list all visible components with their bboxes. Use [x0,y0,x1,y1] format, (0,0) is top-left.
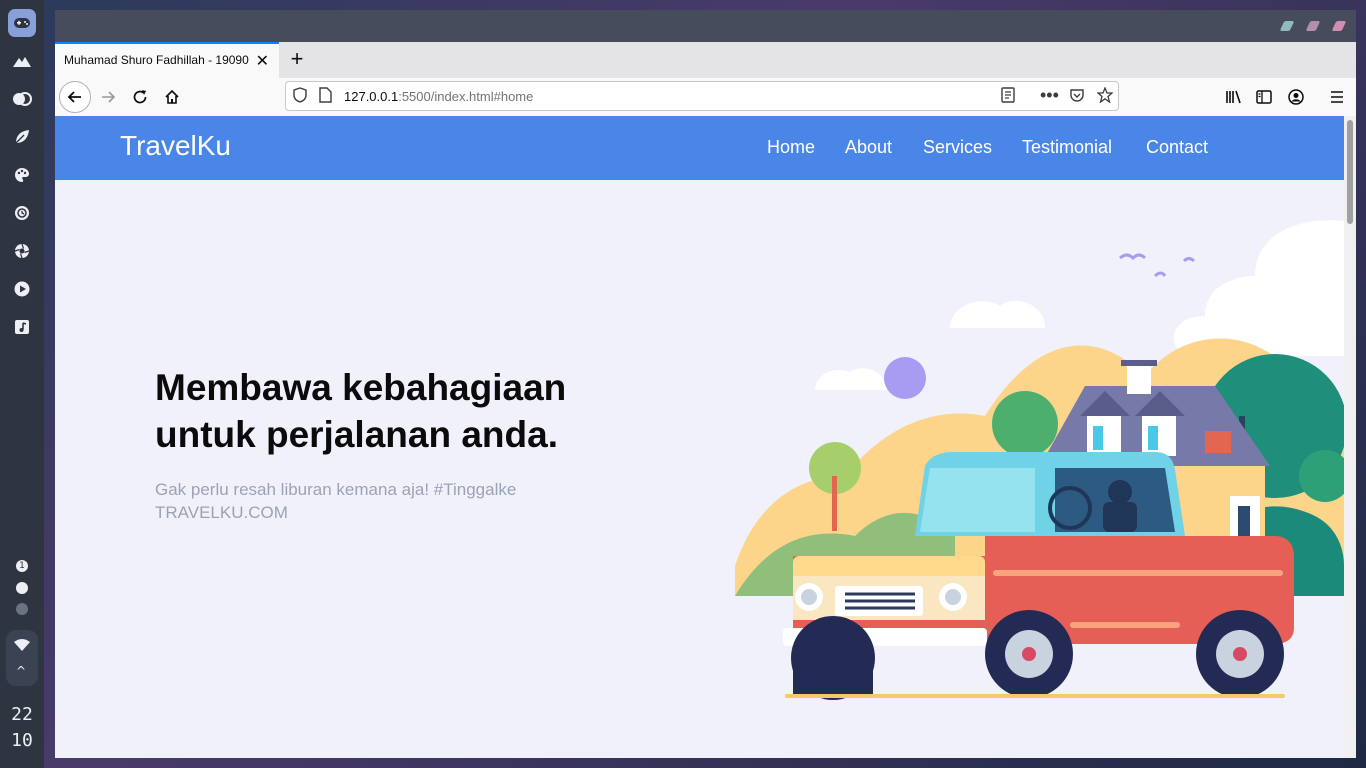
menu-button[interactable] [1322,82,1352,112]
home-icon [165,89,179,104]
toggle-icon[interactable] [8,85,36,113]
window-titlebar [55,10,1356,42]
url-path: :5500/index.html#home [398,89,534,104]
new-tab-button[interactable]: + [285,46,309,72]
web-page: TravelKu Home About Services Testimonial… [55,116,1344,758]
nav-testimonial[interactable]: Testimonial [1022,137,1112,158]
gamepad-icon[interactable] [8,9,36,37]
leaf-icon[interactable] [8,123,36,151]
close-window-button[interactable] [1331,21,1347,31]
account-button[interactable] [1281,82,1311,112]
system-tray: ^ [6,630,38,686]
scrollbar-thumb[interactable] [1347,120,1353,224]
nav-services[interactable]: Services [923,137,992,158]
hero-illustration [735,220,1344,700]
sidebar-icon [1256,90,1272,104]
reader-view-icon[interactable] [1000,87,1016,107]
history-icon[interactable] [8,199,36,227]
maximize-button[interactable] [1305,21,1321,31]
tab-strip: Muhamad Shuro Fadhillah - 19090 ✕ + [55,42,1356,78]
forward-button[interactable] [93,82,123,112]
shield-icon[interactable] [293,87,307,107]
aperture-icon[interactable] [8,237,36,265]
workspace-indicator-2[interactable] [16,582,28,594]
mountain-icon[interactable] [8,47,36,75]
hero-subtitle: Gak perlu resah liburan kemana aja! #Tin… [155,480,517,522]
chevron-up-icon[interactable]: ^ [16,664,26,678]
address-bar[interactable]: 127.0.0.1:5500/index.html#home ••• [285,81,1119,111]
music-library-icon[interactable] [8,313,36,341]
nav-about[interactable]: About [845,137,892,158]
tab-active[interactable]: Muhamad Shuro Fadhillah - 19090 ✕ [55,42,279,78]
pocket-icon[interactable] [1069,87,1085,107]
url-host: 127.0.0.1 [344,89,399,104]
account-icon [1288,89,1304,105]
nav-home[interactable]: Home [767,137,815,158]
system-dock: 1 ^ 22 10 [0,0,44,768]
close-tab-icon[interactable]: ✕ [256,51,269,71]
bookmark-star-icon[interactable] [1096,86,1114,107]
site-header: TravelKu Home About Services Testimonial… [55,116,1344,180]
clock-hour: 22 [11,704,33,725]
clock-minute: 10 [11,730,33,751]
home-button[interactable] [157,82,187,112]
library-icon [1226,90,1241,104]
hero-title: Membawa kebahagiaan untuk perjalanan and… [155,367,567,455]
palette-icon[interactable] [8,161,36,189]
url-text: 127.0.0.1:5500/index.html#home [344,89,533,104]
browser-window: Muhamad Shuro Fadhillah - 19090 ✕ + 127.… [55,10,1356,758]
library-button[interactable] [1219,82,1249,112]
reload-button[interactable] [125,82,155,112]
arrow-left-icon [67,91,81,103]
sidebar-button[interactable] [1249,82,1279,112]
workspace-indicator-3[interactable] [16,603,28,615]
minimize-button[interactable] [1279,21,1295,31]
arrow-right-icon [102,91,116,103]
back-button[interactable] [59,81,91,113]
page-scrollbar[interactable] [1344,116,1356,758]
reload-icon [133,90,147,104]
tab-title: Muhamad Shuro Fadhillah - 19090 [64,53,249,67]
navigation-toolbar: 127.0.0.1:5500/index.html#home ••• [55,78,1356,117]
wifi-icon[interactable] [14,638,30,656]
play-icon[interactable] [8,275,36,303]
hamburger-icon [1331,91,1343,103]
workspace-indicator-1[interactable]: 1 [16,560,28,572]
more-actions-icon[interactable]: ••• [1040,85,1059,106]
site-logo[interactable]: TravelKu [120,130,231,162]
page-icon[interactable] [319,87,332,107]
nav-contact[interactable]: Contact [1146,137,1208,158]
